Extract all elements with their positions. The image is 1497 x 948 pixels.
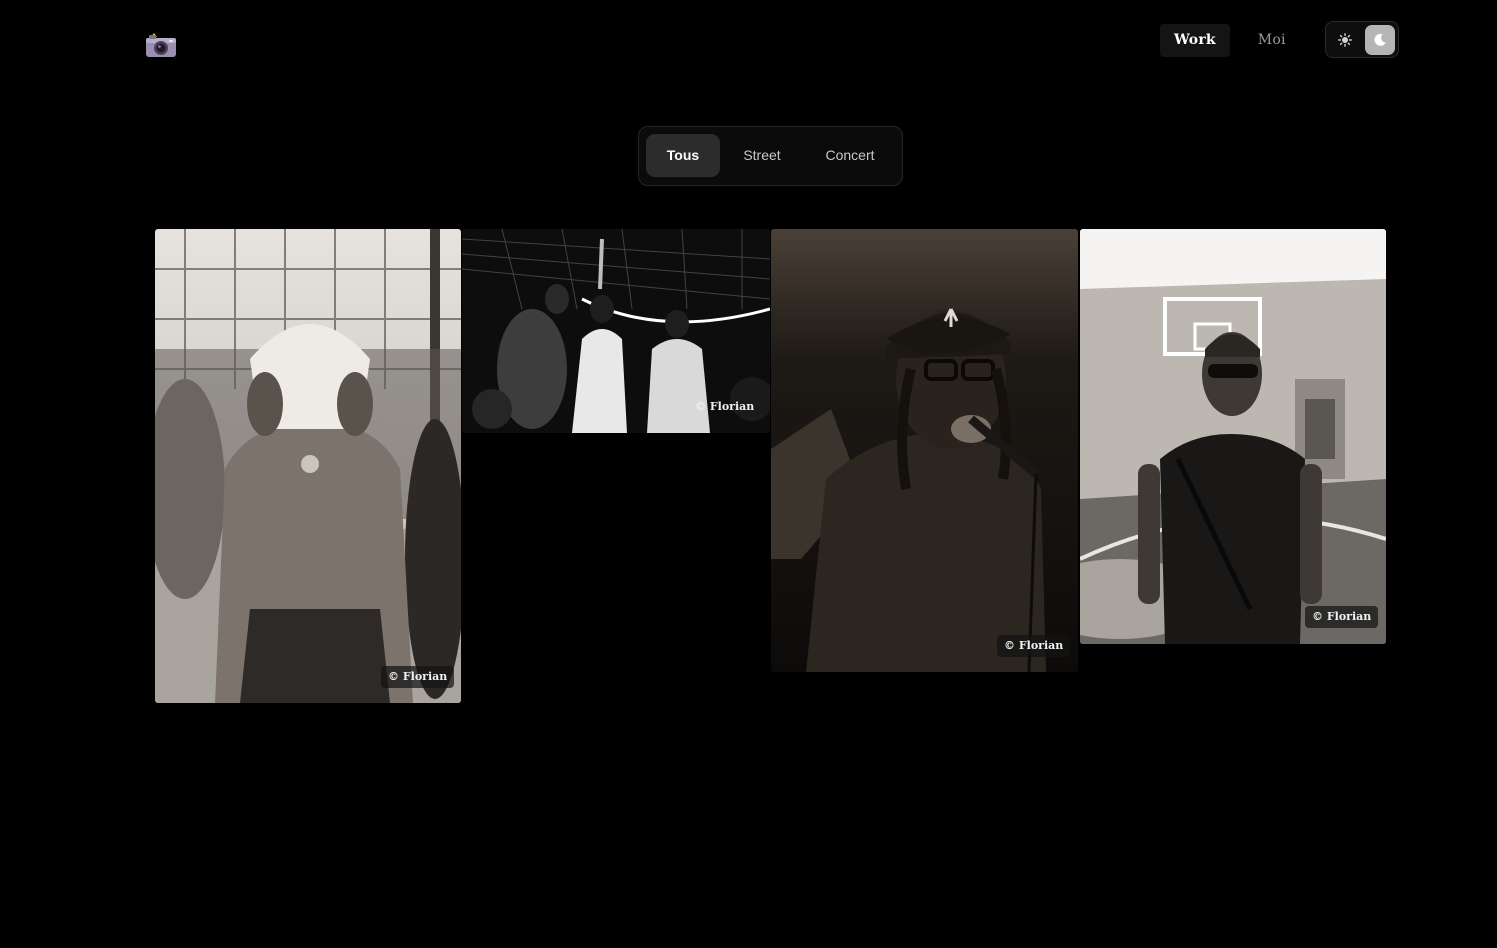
nav-link-work[interactable]: Work: [1160, 24, 1230, 57]
photo-credit: © Florian: [1305, 606, 1379, 628]
photo-credit: © Florian: [695, 400, 755, 413]
photo-credit: © Florian: [381, 666, 455, 688]
camera-icon[interactable]: [145, 31, 177, 59]
filter-concert[interactable]: Concert: [807, 134, 893, 177]
filter-street[interactable]: Street: [729, 134, 795, 177]
gallery-photo-1[interactable]: © Florian: [155, 229, 461, 703]
main-nav: Work Moi: [1160, 24, 1300, 57]
gallery-photo-3[interactable]: © Florian: [771, 229, 1078, 672]
gallery-photo-4[interactable]: © Florian: [1080, 229, 1386, 644]
theme-toggle: [1325, 21, 1399, 58]
page: Work Moi Tous Street Concert © Florian ©…: [0, 0, 1497, 948]
category-filter: Tous Street Concert: [638, 126, 903, 186]
gallery-photo-2[interactable]: © Florian: [462, 229, 770, 433]
moon-icon[interactable]: [1365, 25, 1395, 55]
nav-link-moi[interactable]: Moi: [1244, 24, 1300, 57]
photo-credit: © Florian: [997, 635, 1071, 657]
filter-tous[interactable]: Tous: [646, 134, 720, 177]
sun-icon[interactable]: [1330, 25, 1360, 55]
